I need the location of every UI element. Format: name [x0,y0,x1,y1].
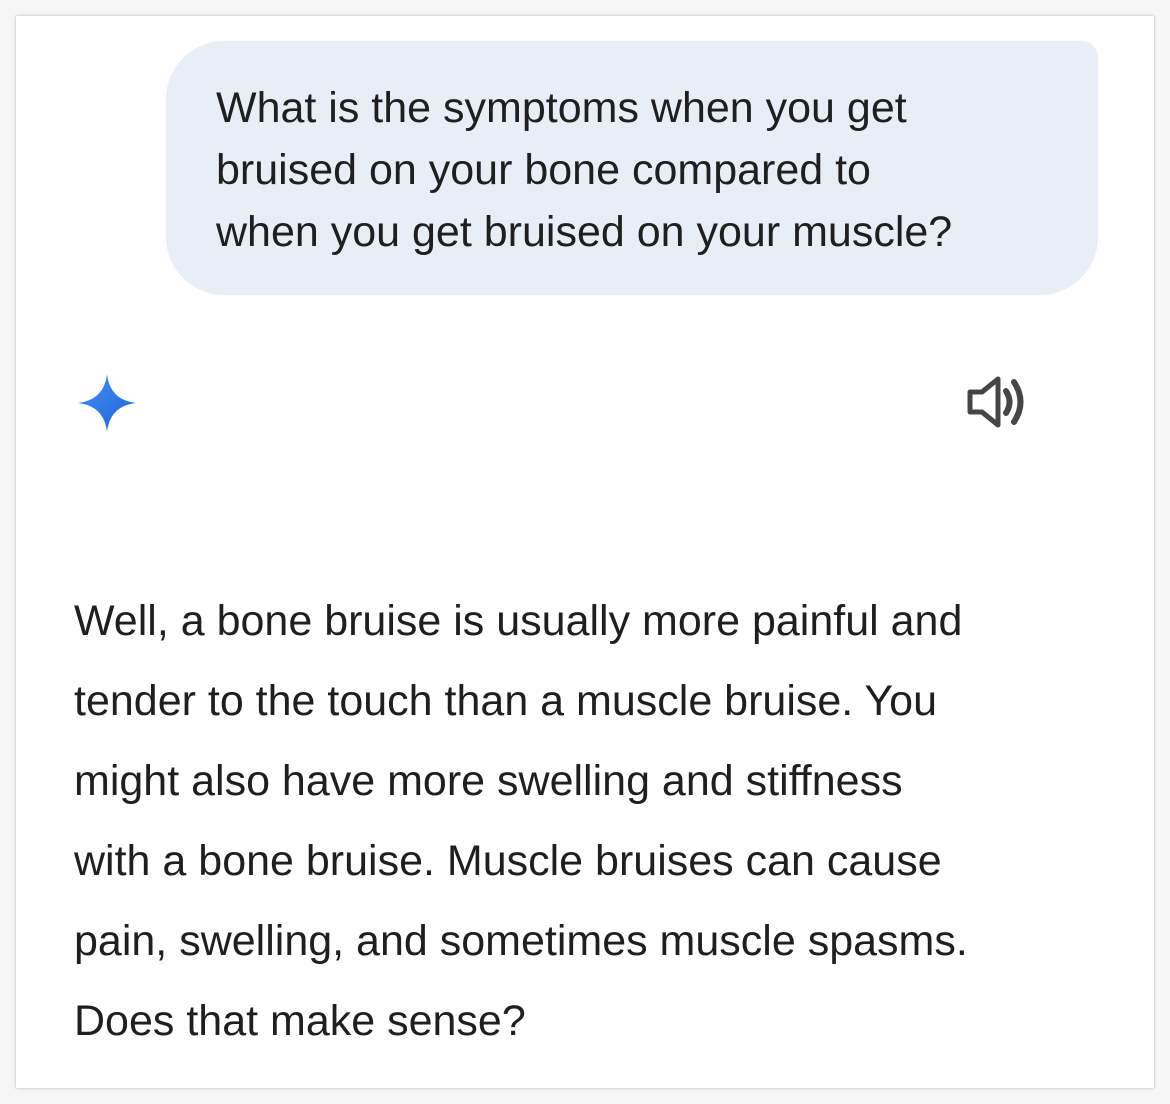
response-line: with a bone bruise. Muscle bruises can c… [74,837,942,885]
response-line: tender to the touch than a muscle bruise… [74,677,937,725]
user-message-line: when you get bruised on your muscle? [216,208,953,256]
assistant-response: Well, a bone bruise is usually more pain… [74,581,1134,1061]
speaker-icon[interactable] [966,374,1026,430]
user-message-line: bruised on your bone compared to [216,146,871,194]
response-line: might also have more swelling and stiffn… [74,757,903,805]
response-line: pain, swelling, and sometimes muscle spa… [74,917,968,965]
response-line: Well, a bone bruise is usually more pain… [74,597,963,645]
response-line: Does that make sense? [74,997,526,1045]
gemini-sparkle-icon [78,374,136,432]
user-message-line: What is the symptoms when you get [216,84,907,132]
user-message-bubble: What is the symptoms when you get bruise… [166,41,1098,295]
conversation-card: What is the symptoms when you get bruise… [16,16,1154,1088]
